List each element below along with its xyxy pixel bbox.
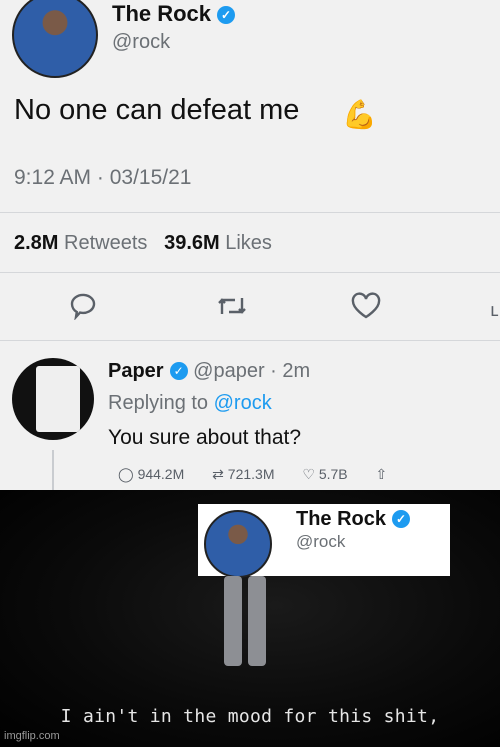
reply-author[interactable]: Paper ✓ @paper · 2m (108, 360, 310, 383)
reply-handle[interactable]: @paper · 2m (193, 360, 310, 382)
replying-to-mention[interactable]: @rock (214, 392, 272, 414)
heart-icon[interactable] (350, 292, 382, 327)
flexed-biceps-icon: 💪 (342, 99, 377, 130)
reply-replies-count: 944.2M (137, 466, 185, 482)
reply-retweets-count: 721.3M (227, 466, 275, 482)
retweets-label[interactable]: Retweets (64, 232, 147, 254)
divider (0, 272, 500, 273)
share-icon[interactable]: ⇧ (376, 466, 388, 482)
reply-replies[interactable]: ◯ 944.2M (118, 466, 196, 482)
likes-label[interactable]: Likes (225, 232, 272, 254)
replying-to-label: Replying to (108, 392, 209, 414)
standing-figure-legs (222, 576, 268, 666)
reply-likes[interactable]: ♡ 5.7B (302, 466, 359, 482)
reply-icon[interactable] (68, 292, 98, 327)
card-name-text: The Rock (296, 508, 387, 530)
tweet-author-name[interactable]: The Rock (112, 1, 211, 26)
tweet-timestamp[interactable]: 9:12 AM · 03/15/21 (14, 166, 191, 190)
meme-panel: The Rock ✓ @rock I ain't in the mood for … (0, 490, 500, 747)
rock-profile-card: The Rock ✓ @rock (198, 504, 450, 578)
tweet-text: No one can defeat me (14, 94, 300, 126)
reply-author-name[interactable]: Paper (108, 360, 164, 382)
divider (0, 212, 500, 213)
tweet-author[interactable]: The Rock ✓ (112, 1, 236, 27)
divider (0, 340, 500, 341)
reply-likes-count: 5.7B (318, 466, 348, 482)
share-icon[interactable]: ւ (490, 300, 498, 321)
reply-action-bar: ◯ 944.2M ⇄ 721.3M ♡ 5.7B ⇧ (118, 466, 399, 483)
verified-badge-icon: ✓ (217, 6, 236, 24)
watermark: imgflip.com (4, 730, 60, 742)
tweet-screenshot: The Rock ✓ @rock No one can defeat me 💪 9… (0, 0, 500, 490)
paper-sheet (36, 366, 80, 432)
left-leg (224, 576, 242, 666)
reply-text: You sure about that? (108, 426, 302, 449)
verified-badge-icon: ✓ (169, 362, 188, 380)
card-handle: @rock (296, 532, 346, 551)
retweets-count[interactable]: 2.8M (14, 232, 58, 254)
right-leg (248, 576, 266, 666)
verified-badge-icon: ✓ (392, 510, 411, 528)
meme-caption: I ain't in the mood for this shit, (60, 706, 440, 727)
reply-retweets[interactable]: ⇄ 721.3M (212, 466, 286, 482)
tweet-stats: 2.8M Retweets 39.6M Likes (14, 232, 272, 255)
replying-to: Replying to @rock (108, 392, 272, 415)
tweet-handle[interactable]: @rock (112, 31, 170, 54)
card-avatar (204, 510, 272, 578)
paper-avatar[interactable] (12, 358, 94, 440)
retweet-icon[interactable] (216, 292, 248, 327)
thread-line (52, 450, 54, 490)
likes-count[interactable]: 39.6M (164, 232, 220, 254)
card-name: The Rock ✓ (296, 508, 411, 531)
rock-avatar[interactable] (12, 0, 98, 78)
